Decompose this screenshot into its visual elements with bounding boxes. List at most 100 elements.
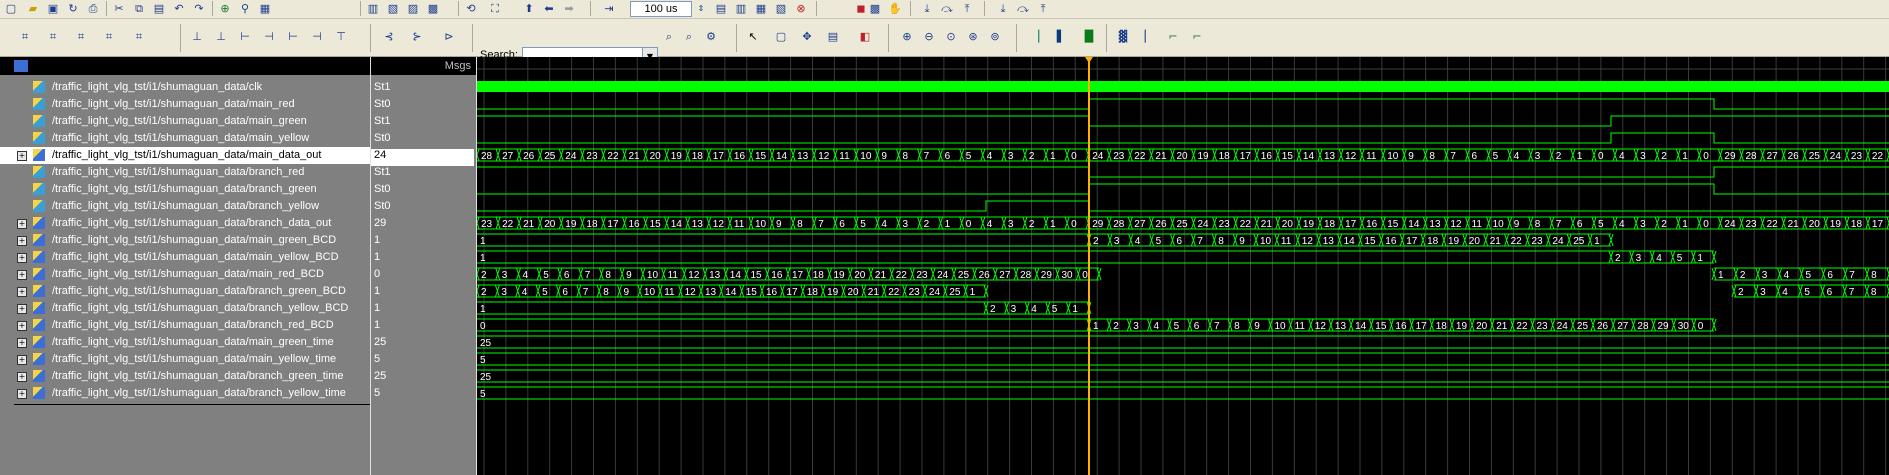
step-over-icon[interactable]: ⤼ (938, 0, 956, 18)
search-next-icon[interactable]: ⌕ (680, 28, 698, 46)
run-length-input[interactable]: 100 us (630, 1, 692, 17)
goto-icon[interactable]: ⊳ (440, 28, 458, 46)
signal-value[interactable]: 5 (374, 387, 474, 404)
cursor-add-icon[interactable]: ▕ (1026, 28, 1044, 46)
signal-row[interactable]: + /traffic_light_vlg_tst/i1/shumaguan_dat… (0, 147, 370, 164)
add-group-icon[interactable]: ⌗ (100, 28, 118, 46)
expand-icon[interactable]: + (17, 270, 27, 280)
run-icon[interactable]: ▤ (712, 0, 730, 18)
signal-value[interactable]: 25 (374, 336, 474, 353)
search-options-icon[interactable]: ⚙ (702, 28, 720, 46)
signal-row[interactable]: /traffic_light_vlg_tst/i1/shumaguan_data… (0, 113, 370, 130)
signal-value[interactable]: 25 (374, 370, 474, 387)
wave-literal-icon[interactable]: ▏ (1140, 28, 1158, 46)
signal-value[interactable]: 1 (374, 234, 474, 251)
next-transition-icon[interactable]: ⊣ (308, 28, 326, 46)
spinner-icon[interactable]: ⇕ (692, 0, 710, 18)
signal-value[interactable]: 0 (374, 268, 474, 285)
dataflow-icon[interactable]: ▩ (866, 0, 884, 18)
back-icon[interactable]: ⬅ (540, 0, 558, 18)
cursor-delete-icon[interactable]: ▌ (1052, 28, 1070, 46)
redo-icon[interactable]: ↷ (190, 0, 208, 18)
signal-value[interactable]: St0 (374, 98, 474, 115)
expand-icon[interactable]: + (17, 219, 27, 229)
paste-icon[interactable]: ▤ (150, 0, 168, 18)
expand-icon[interactable]: + (17, 287, 27, 297)
signal-row[interactable]: /traffic_light_vlg_tst/i1/shumaguan_data… (0, 96, 370, 113)
signal-value[interactable]: 5 (374, 353, 474, 370)
expand-icon[interactable]: ⊰ (380, 28, 398, 46)
step-over-line-icon[interactable]: ⤼ (1014, 0, 1032, 18)
step-into-icon[interactable]: ⤓ (918, 0, 936, 18)
signal-row[interactable]: + /traffic_light_vlg_tst/i1/shumaguan_dat… (0, 215, 370, 232)
hand-icon[interactable]: ✋ (886, 0, 904, 18)
edge-up-icon[interactable]: ⊥ (188, 28, 206, 46)
signal-row[interactable]: + /traffic_light_vlg_tst/i1/shumaguan_dat… (0, 266, 370, 283)
signal-value[interactable]: 1 (374, 319, 474, 336)
signal-row[interactable]: + /traffic_light_vlg_tst/i1/shumaguan_dat… (0, 351, 370, 368)
signal-value[interactable]: St0 (374, 132, 474, 149)
collapse-icon[interactable]: ⊱ (408, 28, 426, 46)
copy-icon[interactable]: ⧉ (130, 0, 148, 18)
print-icon[interactable]: ⎙ (84, 0, 102, 18)
pan-mode-icon[interactable]: ✥ (798, 28, 816, 46)
waveform-canvas[interactable]: 28 27 26 25 24 23 22 21 20 19 18 17 16 15 14 13 12 11 10 9 8… (477, 57, 1889, 475)
expand-icon[interactable]: + (17, 304, 27, 314)
new-icon[interactable]: ▢ (2, 0, 20, 18)
zoom-mode-icon[interactable]: ▢ (772, 28, 790, 46)
prev-transition-icon[interactable]: ⊢ (284, 28, 302, 46)
signal-row[interactable]: /traffic_light_vlg_tst/i1/shumaguan_data… (0, 79, 370, 96)
step-out-icon[interactable]: ⤒ (958, 0, 976, 18)
refresh-icon[interactable]: ↻ (64, 0, 82, 18)
stop-wave-icon[interactable]: ◧ (856, 28, 874, 46)
zoom-in-icon[interactable]: ⊕ (898, 28, 916, 46)
forward-icon[interactable]: ➡ (560, 0, 578, 18)
signal-value[interactable]: St0 (374, 183, 474, 200)
undo-icon[interactable]: ↶ (170, 0, 188, 18)
signal-row[interactable]: /traffic_light_vlg_tst/i1/shumaguan_data… (0, 130, 370, 147)
step-icon[interactable]: ▧ (772, 0, 790, 18)
expand-icon[interactable]: + (17, 355, 27, 365)
cursor-lock-icon[interactable]: █ (1080, 28, 1098, 46)
add-divider-icon[interactable]: ⌗ (72, 28, 90, 46)
open-icon[interactable]: ▰ (24, 0, 42, 18)
signal-value[interactable]: 29 (374, 217, 474, 234)
find-icon[interactable]: ⚲ (236, 0, 254, 18)
signal-value[interactable]: 1 (374, 285, 474, 302)
signal-row[interactable]: + /traffic_light_vlg_tst/i1/shumaguan_dat… (0, 300, 370, 317)
zoom-full-icon[interactable]: ⊙ (942, 28, 960, 46)
expand-icon[interactable]: + (17, 389, 27, 399)
signal-row[interactable]: /traffic_light_vlg_tst/i1/shumaguan_data… (0, 164, 370, 181)
edit-mode-icon[interactable]: ▤ (824, 28, 842, 46)
prev-edge-icon[interactable]: ⊢ (236, 28, 254, 46)
signal-row[interactable]: /traffic_light_vlg_tst/i1/shumaguan_data… (0, 181, 370, 198)
signal-row[interactable]: + /traffic_light_vlg_tst/i1/shumaguan_dat… (0, 232, 370, 249)
waveform-pane[interactable]: 28 27 26 25 24 23 22 21 20 19 18 17 16 15 14 13 12 11 10 9 8… (477, 57, 1889, 475)
signal-row[interactable]: + /traffic_light_vlg_tst/i1/shumaguan_dat… (0, 385, 370, 402)
signal-row[interactable]: + /traffic_light_vlg_tst/i1/shumaguan_dat… (0, 249, 370, 266)
signal-row[interactable]: + /traffic_light_vlg_tst/i1/shumaguan_dat… (0, 283, 370, 300)
zoom-last-icon[interactable]: ⊚ (986, 28, 1004, 46)
step-into-line-icon[interactable]: ⤓ (994, 0, 1012, 18)
signal-menu-icon[interactable] (14, 60, 28, 72)
add-icon[interactable]: ⊕ (216, 0, 234, 18)
select-mode-icon[interactable]: ↖ (744, 28, 762, 46)
find-edge-icon[interactable]: ⊤ (332, 28, 350, 46)
expand-icon[interactable]: + (17, 151, 27, 161)
run-all-icon[interactable]: ▦ (752, 0, 770, 18)
signal-value[interactable]: St1 (374, 81, 474, 98)
step-out-line-icon[interactable]: ⤒ (1034, 0, 1052, 18)
library-icon[interactable]: ▥ (364, 0, 382, 18)
break-icon[interactable]: ⛶ (486, 0, 504, 18)
signal-value[interactable]: 1 (374, 251, 474, 268)
restart-icon[interactable]: ⟲ (462, 0, 480, 18)
save-icon[interactable]: ▣ (44, 0, 62, 18)
signal-value[interactable]: St0 (374, 200, 474, 217)
signal-value[interactable]: 24 (371, 149, 474, 166)
search-prev-icon[interactable]: ⌕ (660, 28, 678, 46)
next-edge-icon[interactable]: ⊣ (260, 28, 278, 46)
cut-icon[interactable]: ✂ (110, 0, 128, 18)
simulate-icon[interactable]: ▩ (424, 0, 442, 18)
signal-value[interactable]: St1 (374, 166, 474, 183)
insert-icon[interactable]: ⌗ (130, 28, 148, 46)
